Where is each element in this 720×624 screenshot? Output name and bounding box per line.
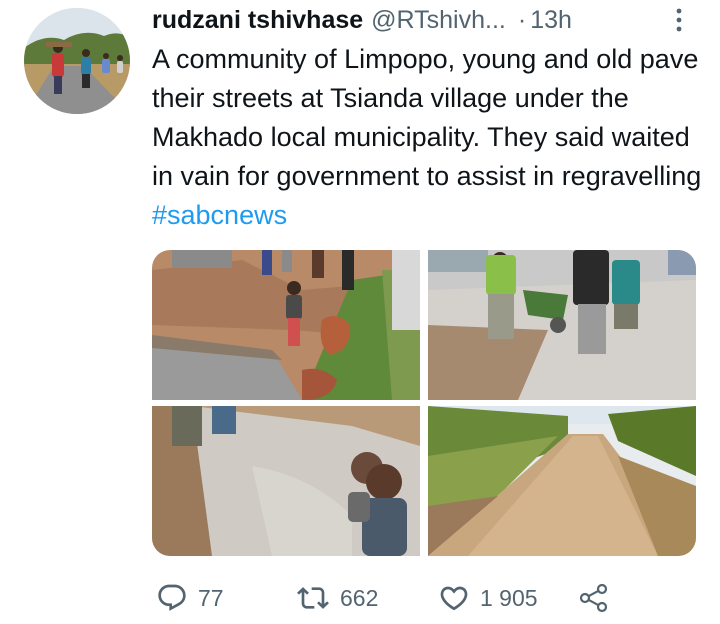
retweet-button[interactable]: 662 bbox=[296, 580, 378, 616]
tweet-header: rudzani tshivhase @RTshivh... · 13h bbox=[152, 4, 572, 36]
action-bar: 77 662 1 905 bbox=[0, 580, 720, 616]
retweet-count: 662 bbox=[340, 584, 379, 611]
author-name[interactable]: rudzani tshivhase bbox=[152, 6, 363, 35]
photo-4[interactable] bbox=[428, 406, 696, 556]
photo-1[interactable] bbox=[152, 250, 420, 400]
like-count: 1 905 bbox=[480, 584, 538, 611]
share-button[interactable] bbox=[578, 580, 610, 616]
reply-icon bbox=[156, 582, 188, 614]
reply-count: 77 bbox=[198, 584, 224, 611]
share-icon bbox=[578, 582, 610, 614]
timestamp[interactable]: 13h bbox=[530, 6, 572, 35]
retweet-icon bbox=[296, 582, 330, 614]
reply-button[interactable]: 77 bbox=[156, 580, 224, 616]
tweet-text-content: A community of Limpopo, young and old pa… bbox=[152, 44, 702, 191]
tweet-text: A community of Limpopo, young and old pa… bbox=[152, 40, 712, 235]
avatar[interactable] bbox=[24, 8, 130, 114]
hashtag-link[interactable]: #sabcnews bbox=[152, 200, 287, 230]
like-button[interactable]: 1 905 bbox=[438, 580, 538, 616]
separator-dot: · bbox=[517, 5, 527, 34]
photo-3[interactable] bbox=[152, 406, 420, 556]
photo-grid bbox=[152, 250, 696, 556]
more-vertical-icon[interactable] bbox=[672, 6, 686, 34]
photo-2[interactable] bbox=[428, 250, 696, 400]
author-handle[interactable]: @RTshivh... bbox=[371, 6, 506, 35]
heart-icon bbox=[438, 582, 470, 614]
